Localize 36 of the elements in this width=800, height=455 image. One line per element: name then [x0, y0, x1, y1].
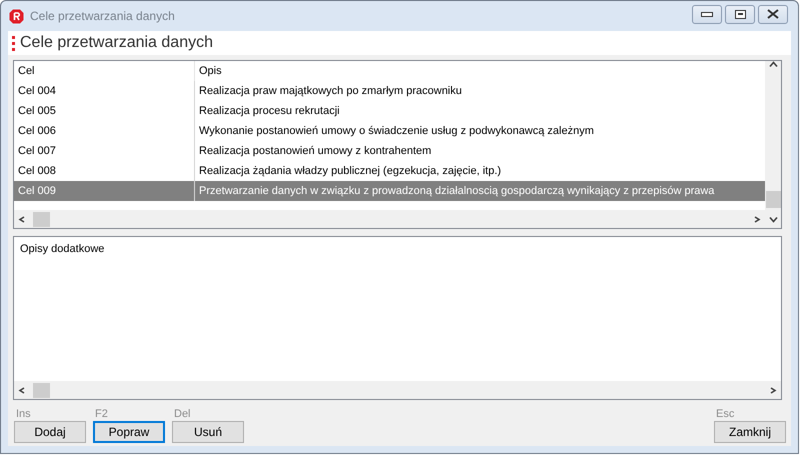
- scroll-down-icon[interactable]: [768, 216, 778, 222]
- table-row[interactable]: Cel 009 Przetwarzanie danych w związku z prowadzoną działalnoscią gospodarczą wynikający z przepisów prawa: [14, 181, 765, 201]
- column-header[interactable]: Cel: [14, 65, 194, 77]
- scroll-right-icon[interactable]: [768, 386, 777, 394]
- window-title: Cele przetwarzania danych: [30, 9, 176, 23]
- table-cell-text: Cel 006: [17, 125, 57, 137]
- app-logo-icon: [9, 8, 24, 24]
- action-button[interactable]: Zamknij: [714, 421, 786, 443]
- scroll-right-icon[interactable]: [752, 216, 761, 222]
- table-cell-text: Cel 008: [17, 165, 57, 177]
- details-label: Opisy dodatkowe: [19, 242, 106, 257]
- scroll-up-icon[interactable]: [768, 61, 778, 68]
- scroll-left-icon[interactable]: [18, 216, 27, 222]
- action-button[interactable]: Usuń: [172, 421, 244, 443]
- maximize-button[interactable]: [725, 4, 755, 24]
- scrollbar-thumb[interactable]: [33, 382, 50, 398]
- table-cell-text: Cel 004: [17, 85, 57, 97]
- minimize-icon: [701, 12, 713, 16]
- action-button[interactable]: Dodaj: [14, 421, 86, 443]
- minimize-button[interactable]: [692, 4, 722, 24]
- close-icon: [767, 9, 779, 19]
- dots-icon: [12, 35, 15, 51]
- table-cell-text: Cel 007: [17, 145, 57, 157]
- shortcut-label: F2: [94, 408, 109, 420]
- scrollbar-thumb[interactable]: [33, 212, 50, 226]
- shortcut-label: Ins: [15, 408, 32, 420]
- maximize-icon: [734, 10, 746, 18]
- scrollbar-thumb[interactable]: [766, 191, 780, 208]
- action-button[interactable]: Popraw: [93, 421, 165, 443]
- close-button[interactable]: [758, 4, 788, 24]
- scroll-left-icon[interactable]: [18, 386, 27, 394]
- shortcut-label: Esc: [715, 408, 736, 420]
- table-cell-text: Cel 009: [17, 185, 57, 197]
- shortcut-label: Del: [173, 408, 192, 420]
- panel-title: Cele przetwarzania danych: [20, 34, 213, 52]
- table-cell-text: Cel 005: [17, 105, 57, 117]
